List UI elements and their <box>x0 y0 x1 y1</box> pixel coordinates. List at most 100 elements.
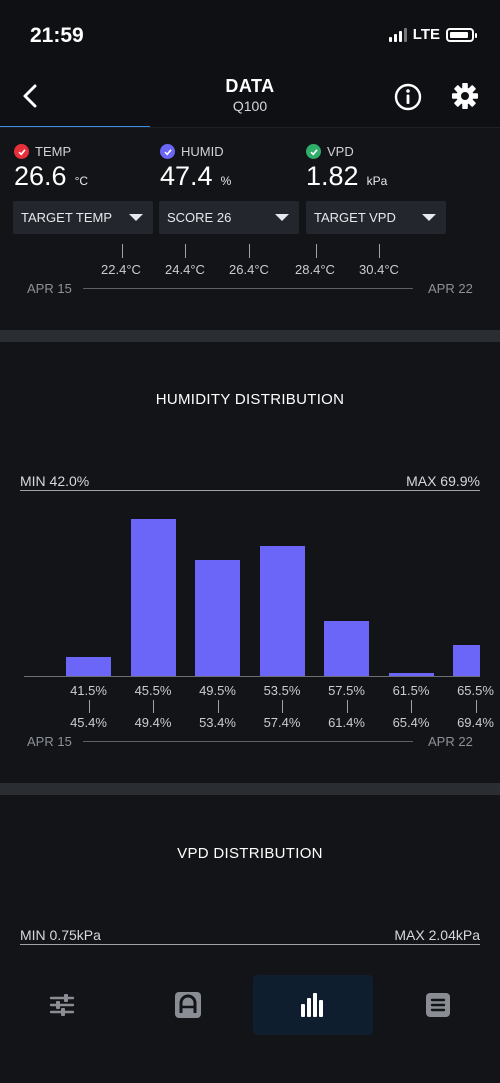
temp-tick-label: 24.4°C <box>165 262 205 277</box>
target-temp-label: TARGET TEMP <box>21 210 113 225</box>
histogram-bar <box>259 545 305 676</box>
check-icon[interactable] <box>160 144 175 159</box>
bin-low-label: 49.5% <box>199 683 236 698</box>
humidity-max: MAX 69.9% <box>406 473 480 489</box>
bin-low-label: 65.5% <box>457 683 494 698</box>
histogram-bar <box>195 559 240 676</box>
vpd-distribution-title: VPD DISTRIBUTION <box>177 845 323 862</box>
date-end: APR 22 <box>428 734 473 749</box>
bin-low-label: 41.5% <box>70 683 107 698</box>
humid-value: 47.4 <box>160 161 213 191</box>
temp-tick-label: 30.4°C <box>359 262 399 277</box>
bin-high-label: 53.4% <box>199 715 236 730</box>
temp-metric: TEMP 26.6 °C <box>14 144 88 192</box>
date-end: APR 22 <box>428 281 473 296</box>
tick-mark <box>217 700 219 713</box>
bin-high-label: 65.4% <box>392 715 430 730</box>
tick-mark <box>122 244 123 258</box>
bin-low-label: 61.5% <box>392 683 430 698</box>
tick-mark <box>475 700 477 713</box>
vpd-max: MAX 2.04kPa <box>394 927 480 943</box>
chart-baseline <box>24 676 480 677</box>
bin-high-label: 49.4% <box>134 715 172 730</box>
check-icon[interactable] <box>14 144 29 159</box>
automation-icon <box>175 992 201 1018</box>
temp-label: TEMP <box>35 144 72 159</box>
vpd-value: 1.82 <box>306 161 359 191</box>
minmax-line <box>20 944 480 945</box>
sliders-icon <box>49 994 75 1016</box>
nav-data[interactable] <box>253 975 373 1035</box>
tick-mark <box>282 700 283 713</box>
tick-mark <box>316 244 317 258</box>
vpd-min: MIN 0.75kPa <box>20 927 101 943</box>
target-temp-dropdown[interactable]: TARGET TEMP <box>13 201 153 234</box>
vpd-metric: VPD 1.82 kPa <box>306 144 387 192</box>
histogram-bar <box>453 644 480 676</box>
date-start: APR 15 <box>27 734 72 749</box>
page-title: DATA <box>225 76 275 96</box>
minmax-line <box>20 490 480 491</box>
nav-automation[interactable] <box>128 975 248 1035</box>
bin-high-label: 57.4% <box>263 715 301 730</box>
humid-metric: HUMID 47.4 % <box>160 144 231 192</box>
bin-low-label: 53.5% <box>263 683 301 698</box>
temp-tick-label: 22.4°C <box>101 262 141 277</box>
date-axis <box>83 288 413 289</box>
chevron-down-icon <box>422 214 436 221</box>
humidity-distribution-title: HUMIDITY DISTRIBUTION <box>155 391 345 408</box>
date-start: APR 15 <box>27 281 72 296</box>
temp-tick-label: 26.4°C <box>229 262 269 277</box>
status-indicators: LTE <box>388 26 477 43</box>
humid-label: HUMID <box>181 144 224 159</box>
list-icon <box>426 993 450 1017</box>
bin-high-label: 69.4% <box>457 715 494 730</box>
tick-mark <box>249 244 250 258</box>
bin-high-label: 45.4% <box>70 715 107 730</box>
temperature-distribution-partial: 22.4°C 24.4°C 26.4°C 28.4°C 30.4°C APR 1… <box>0 238 500 330</box>
histogram-bar <box>324 621 369 676</box>
battery-icon <box>446 27 477 42</box>
vpd-label: VPD <box>327 144 354 159</box>
info-icon[interactable] <box>393 82 423 112</box>
temp-unit: °C <box>74 174 89 188</box>
network-label: LTE <box>412 26 440 43</box>
device-name: Q100 <box>232 98 268 114</box>
bar-chart-icon <box>301 993 323 1017</box>
bin-low-label: 45.5% <box>134 683 172 698</box>
status-time: 21:59 <box>30 24 84 47</box>
status-bar: 21:59 LTE <box>0 0 500 70</box>
tick-mark <box>185 244 186 258</box>
score-label: SCORE 26 <box>167 210 232 225</box>
tick-mark <box>153 700 154 713</box>
temp-value: 26.6 <box>14 161 67 191</box>
bin-low-label: 57.5% <box>328 683 365 698</box>
check-icon[interactable] <box>306 144 321 159</box>
chevron-down-icon <box>275 214 289 221</box>
humid-unit: % <box>220 174 232 188</box>
score-dropdown[interactable]: SCORE 26 <box>159 201 299 234</box>
date-axis <box>83 741 413 742</box>
nav-controls[interactable] <box>2 975 122 1035</box>
target-vpd-dropdown[interactable]: TARGET VPD <box>306 201 446 234</box>
bin-high-label: 61.4% <box>328 715 365 730</box>
signal-icon <box>388 27 407 42</box>
metrics-panel: TEMP 26.6 °C HUMID 47.4 % VPD 1.82 kPa T… <box>0 128 500 238</box>
gear-icon[interactable] <box>450 81 480 111</box>
tick-mark <box>88 700 90 713</box>
histogram-bar <box>66 657 111 676</box>
chevron-down-icon <box>129 214 143 221</box>
target-vpd-label: TARGET VPD <box>314 210 396 225</box>
vpd-unit: kPa <box>366 174 388 188</box>
tick-mark <box>346 700 348 713</box>
temp-tick-label: 28.4°C <box>295 262 335 277</box>
section-divider <box>0 783 500 795</box>
app-header: DATA Q100 <box>0 70 500 128</box>
tick-mark <box>379 244 380 258</box>
histogram-bar <box>130 519 176 676</box>
bottom-navigation <box>0 971 500 1083</box>
humidity-min: MIN 42.0% <box>20 473 90 489</box>
nav-logs[interactable] <box>378 975 498 1035</box>
tick-mark <box>411 700 412 713</box>
section-divider <box>0 330 500 342</box>
